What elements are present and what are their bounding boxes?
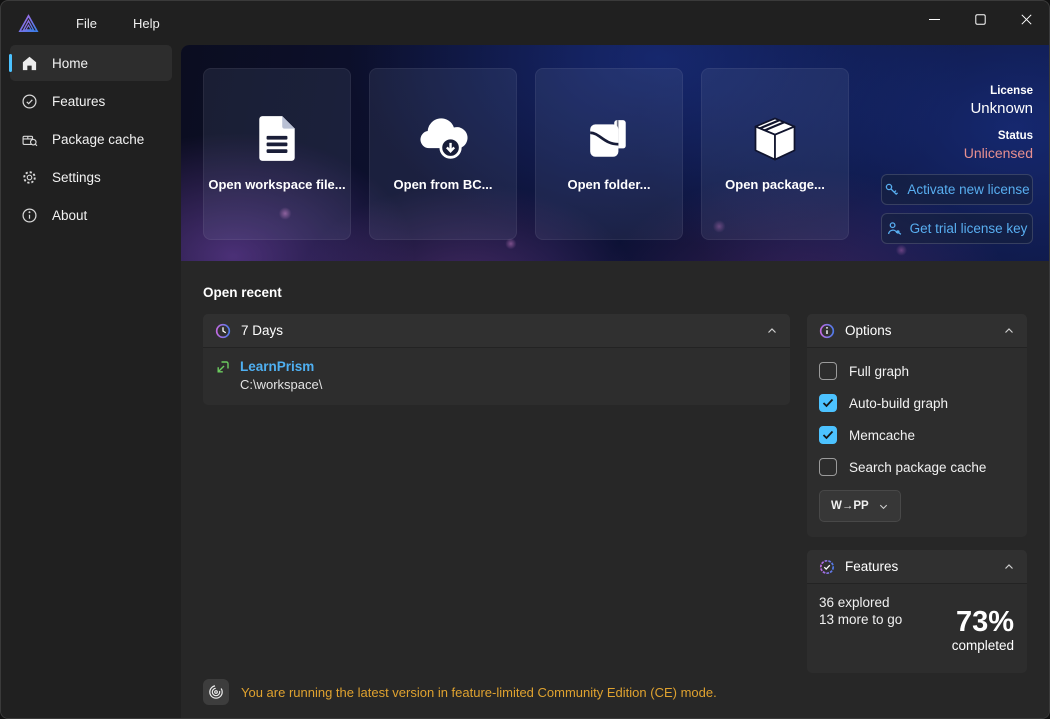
checkbox[interactable] [819,362,837,380]
features-title: Features [845,559,898,574]
option-search-package-cache: Search package cache [807,451,1027,483]
checkbox-label: Memcache [849,428,915,443]
features-body: 36 explored 13 more to go 73% completed [807,584,1027,673]
app-logo-icon [17,12,40,35]
minimize-button[interactable] [911,1,957,37]
features-completed-label: completed [952,638,1014,653]
menu-help[interactable]: Help [119,11,174,36]
open-workspace-card[interactable]: Open workspace file... [203,68,351,240]
open-recent-title: Open recent [203,285,1027,300]
menu-file[interactable]: File [62,11,111,36]
chevron-up-icon[interactable] [766,325,778,337]
sidebar-item-label: Settings [52,170,101,185]
checkbox[interactable] [819,458,837,476]
card-label: Open from BC... [394,177,493,192]
menubar: File Help [62,11,174,36]
sidebar-item-settings[interactable]: Settings [10,159,172,195]
cloud-download-icon [415,111,471,167]
option-auto-build-graph: Auto-build graph [807,387,1027,419]
activate-license-button[interactable]: Activate new license [881,174,1033,205]
option-memcache: Memcache [807,419,1027,451]
checkbox-label: Search package cache [849,460,986,475]
home-icon [19,55,39,72]
clock-icon [215,323,231,339]
chevron-down-icon [878,501,889,512]
license-label: License [881,85,1033,97]
open-package-card[interactable]: Open package... [701,68,849,240]
version-badge-icon [203,679,229,705]
sidebar: Home Features Package cache Settings [1,45,181,718]
document-icon [254,111,300,167]
recent-panel: 7 Days LearnPrism C:\workspace\ [203,314,790,405]
features-percent: 73% [952,607,1014,637]
hero-banner: Open workspace file... Open from BC... [181,45,1049,261]
features-remaining: 13 more to go [819,611,902,628]
trial-license-button[interactable]: Get trial license key [881,213,1033,244]
options-title: Options [845,323,892,338]
license-value: Unknown [881,100,1033,117]
sidebar-item-label: About [52,208,87,223]
close-button[interactable] [1003,1,1049,37]
recent-item-name: LearnPrism [240,359,322,374]
package-search-icon [19,131,39,148]
info-icon [19,207,39,224]
options-header[interactable]: Options [807,314,1027,348]
key-icon [884,182,899,197]
options-info-icon [819,323,835,339]
checkbox[interactable] [819,426,837,444]
status-message-text: You are running the latest version in fe… [241,685,717,700]
gear-icon [19,169,39,186]
graph-mode-dropdown[interactable]: W→PP [819,490,901,522]
open-folder-card[interactable]: Open folder... [535,68,683,240]
sidebar-item-package-cache[interactable]: Package cache [10,121,172,157]
card-label: Open workspace file... [208,177,345,192]
options-panel: Options Full graph Auto- [807,314,1027,537]
status-message-bar: You are running the latest version in fe… [203,679,717,705]
features-seal-icon [819,559,835,575]
sidebar-item-about[interactable]: About [10,197,172,233]
right-column: Options Full graph Auto- [807,314,1027,673]
button-label: Get trial license key [910,221,1028,236]
sidebar-item-label: Package cache [52,132,144,147]
window-controls [911,1,1049,37]
sidebar-item-label: Features [52,94,105,109]
package-box-icon [749,111,801,167]
features-header[interactable]: Features [807,550,1027,584]
option-full-graph: Full graph [807,355,1027,387]
features-explored: 36 explored [819,594,902,611]
maximize-button[interactable] [957,1,1003,37]
checkbox-label: Auto-build graph [849,396,948,411]
checkbox-label: Full graph [849,364,909,379]
folder-icon [583,111,635,167]
sidebar-item-features[interactable]: Features [10,83,172,119]
button-label: Activate new license [907,182,1029,197]
recent-group-header[interactable]: 7 Days [203,314,790,348]
card-label: Open folder... [567,177,650,192]
sidebar-item-label: Home [52,56,88,71]
chevron-up-icon[interactable] [1003,561,1015,573]
person-key-icon [887,221,902,236]
card-label: Open package... [725,177,825,192]
status-label: Status [881,130,1033,142]
dropdown-value: W→PP [831,500,869,512]
checkbox[interactable] [819,394,837,412]
features-panel: Features 36 explored 13 more to go 73% [807,550,1027,673]
features-badge-icon [19,93,39,110]
content-area: Open recent 7 Days [181,261,1049,718]
sidebar-item-home[interactable]: Home [10,45,172,81]
open-from-bc-card[interactable]: Open from BC... [369,68,517,240]
recent-item-path: C:\workspace\ [240,377,322,392]
recent-item[interactable]: LearnPrism C:\workspace\ [203,348,790,405]
open-workspace-icon [215,360,230,392]
license-info: License Unknown Status Unlicensed Activa… [881,85,1033,244]
recent-group-label: 7 Days [241,323,283,338]
titlebar: File Help [1,1,1049,45]
main-area: Open workspace file... Open from BC... [181,45,1049,718]
app-window: File Help Home Features [0,0,1050,719]
status-value: Unlicensed [881,145,1033,161]
chevron-up-icon[interactable] [1003,325,1015,337]
